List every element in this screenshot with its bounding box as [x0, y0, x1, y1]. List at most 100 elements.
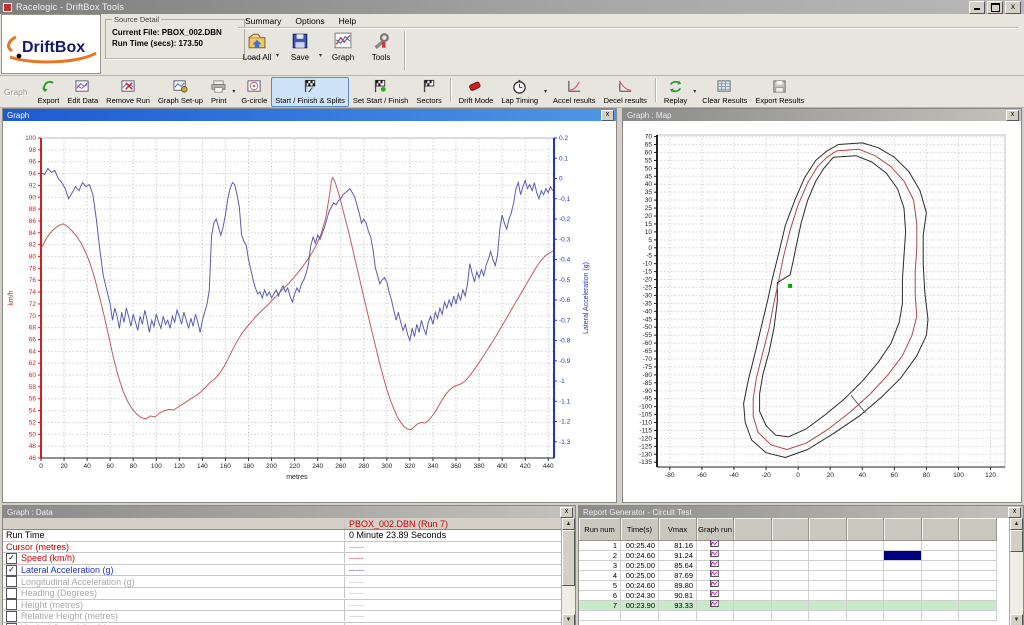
column-header-time-s-[interactable]: Time(s) — [621, 518, 659, 541]
report-row-7[interactable]: 700:23.9093.33 — [579, 601, 1010, 611]
column-header-empty[interactable] — [959, 518, 997, 541]
tools-button[interactable]: Tools — [362, 29, 400, 64]
report-panel-scrollbar[interactable]: ▲ ▼ — [1009, 518, 1023, 625]
unchecked-checkbox[interactable] — [6, 599, 17, 610]
data-panel-close-icon[interactable]: x — [560, 507, 573, 518]
graph-set-up-button[interactable]: Graph Set-up — [154, 77, 207, 107]
empty-cell[interactable] — [809, 561, 847, 571]
empty-cell[interactable] — [809, 541, 847, 551]
column-header-vmax[interactable]: Vmax — [659, 518, 697, 541]
empty-cell[interactable] — [809, 551, 847, 561]
data-row-speed-km-h-[interactable]: ✓Speed (km/h)----- — [3, 553, 562, 565]
time-cell[interactable]: 00:23.90 — [621, 601, 659, 611]
export-button[interactable]: Export — [34, 77, 64, 107]
empty-cell[interactable] — [734, 571, 772, 581]
empty-cell[interactable] — [847, 581, 885, 591]
empty-cell[interactable] — [847, 541, 885, 551]
time-cell[interactable]: 00:25.00 — [621, 561, 659, 571]
map-panel-titlebar[interactable]: Graph : Map x — [623, 109, 1021, 121]
run-num-cell[interactable]: 2 — [579, 551, 621, 561]
empty-cell[interactable] — [697, 611, 734, 621]
empty-cell[interactable] — [734, 551, 772, 561]
selected-cell[interactable] — [884, 551, 922, 561]
replay-button[interactable]: Replay — [660, 77, 691, 107]
empty-cell[interactable] — [922, 591, 960, 601]
column-header-empty[interactable] — [922, 518, 960, 541]
unchecked-checkbox[interactable] — [6, 576, 17, 587]
empty-cell[interactable] — [884, 571, 922, 581]
maximize-button[interactable] — [987, 1, 1003, 14]
accel-results-button[interactable]: Accel results — [549, 77, 600, 107]
empty-cell[interactable] — [922, 551, 960, 561]
unchecked-checkbox[interactable] — [6, 588, 17, 599]
dropdown-arrow-icon[interactable]: ▾ — [319, 52, 322, 59]
run-num-cell[interactable]: 4 — [579, 571, 621, 581]
window-titlebar[interactable]: Racelogic - DriftBox Tools x — [0, 0, 1024, 14]
track-map-chart[interactable]: -80-60-40-20020406080100120-135-130-125-… — [623, 121, 1021, 500]
run-num-cell[interactable]: 1 — [579, 541, 621, 551]
empty-cell[interactable] — [847, 551, 885, 561]
minimize-button[interactable] — [969, 1, 985, 14]
empty-cell[interactable] — [847, 601, 885, 611]
start-finish-splits-button[interactable]: Start / Finish & Splits — [271, 77, 349, 107]
dropdown-arrow-icon[interactable]: ▾ — [544, 88, 547, 95]
empty-cell[interactable] — [922, 601, 960, 611]
empty-cell[interactable] — [809, 611, 847, 621]
unchecked-checkbox[interactable] — [6, 611, 17, 622]
run-num-cell[interactable]: 7 — [579, 601, 621, 611]
column-header-empty[interactable] — [884, 518, 922, 541]
data-row-cursor-metres-[interactable]: Cursor (metres)----- — [3, 542, 562, 554]
empty-cell[interactable] — [734, 581, 772, 591]
data-row-longitudinal-acceleration-g-[interactable]: Longitudinal Acceleration (g)----- — [3, 576, 562, 588]
empty-cell[interactable] — [734, 561, 772, 571]
time-cell[interactable]: 00:25.40 — [621, 541, 659, 551]
edit-data-button[interactable]: Edit Data — [63, 77, 102, 107]
graph-button[interactable]: Graph — [324, 29, 362, 64]
empty-cell[interactable] — [772, 591, 810, 601]
dropdown-arrow-icon[interactable]: ▾ — [232, 88, 235, 95]
time-cell[interactable]: 00:24.30 — [621, 591, 659, 601]
data-row-run-time[interactable]: Run Time0 Minute 23.89 Seconds — [3, 530, 562, 542]
report-panel-close-icon[interactable]: x — [1008, 507, 1021, 518]
empty-cell[interactable] — [959, 611, 997, 621]
print-button[interactable]: Print — [207, 77, 230, 107]
empty-cell[interactable] — [772, 551, 810, 561]
vmax-cell[interactable]: 87.69 — [659, 571, 697, 581]
empty-cell[interactable] — [847, 571, 885, 581]
empty-cell[interactable] — [884, 601, 922, 611]
empty-cell[interactable] — [809, 571, 847, 581]
clear-results-button[interactable]: Clear Results — [698, 77, 751, 107]
report-row-empty[interactable] — [579, 611, 1010, 621]
time-cell[interactable]: 00:25.00 — [621, 571, 659, 581]
empty-cell[interactable] — [884, 541, 922, 551]
empty-cell[interactable] — [922, 561, 960, 571]
empty-cell[interactable] — [922, 581, 960, 591]
dropdown-arrow-icon[interactable]: ▾ — [693, 88, 696, 95]
scroll-down-icon[interactable]: ▼ — [1010, 614, 1023, 625]
empty-cell[interactable] — [579, 611, 621, 621]
empty-cell[interactable] — [884, 591, 922, 601]
vmax-cell[interactable]: 90.81 — [659, 591, 697, 601]
time-cell[interactable]: 00:24.60 — [621, 551, 659, 561]
data-panel-scrollbar[interactable]: ▲ ▼ — [561, 518, 575, 625]
empty-cell[interactable] — [922, 611, 960, 621]
scroll-up-icon[interactable]: ▲ — [562, 518, 575, 530]
remove-run-button[interactable]: Remove Run — [102, 77, 154, 107]
menu-help[interactable]: Help — [332, 15, 363, 27]
column-header-empty[interactable] — [734, 518, 772, 541]
data-row-heading-degrees-[interactable]: Heading (Degrees)----- — [3, 588, 562, 600]
speed-lateral-chart[interactable]: 0204060801001201401601802002202402602803… — [3, 121, 616, 500]
dropdown-arrow-icon[interactable]: ▾ — [276, 52, 279, 59]
menu-summary[interactable]: Summary — [238, 15, 288, 27]
column-header-graph-run[interactable]: Graph run — [697, 518, 734, 541]
empty-cell[interactable] — [959, 551, 997, 561]
report-row-6[interactable]: 600:24.3090.81 — [579, 591, 1010, 601]
column-header-empty[interactable] — [847, 518, 885, 541]
empty-cell[interactable] — [809, 581, 847, 591]
empty-cell[interactable] — [922, 541, 960, 551]
empty-cell[interactable] — [734, 601, 772, 611]
scroll-thumb[interactable] — [562, 530, 575, 586]
graph-panel-titlebar[interactable]: Graph x — [3, 109, 616, 121]
column-header-run-num[interactable]: Run num — [579, 518, 621, 541]
vmax-cell[interactable]: 91.24 — [659, 551, 697, 561]
